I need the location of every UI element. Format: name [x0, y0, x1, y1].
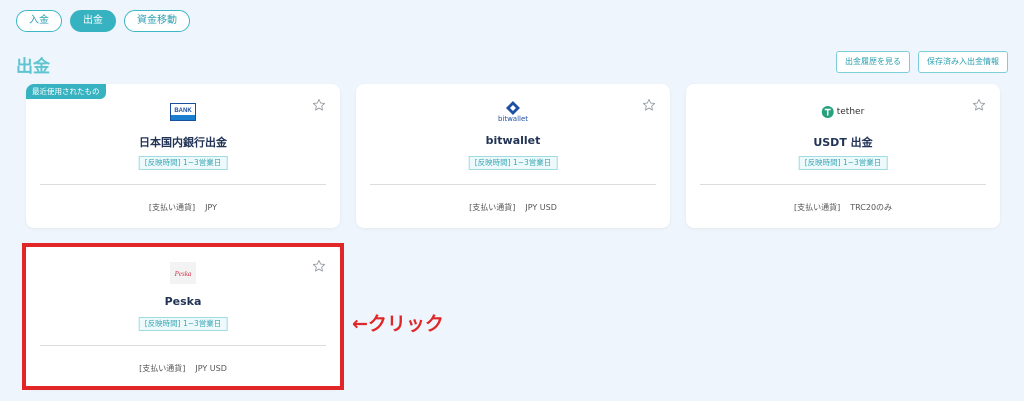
currency-label: [支払い通貨]	[148, 203, 196, 212]
tab-deposit[interactable]: 入金	[16, 10, 62, 32]
svg-text:BANK: BANK	[174, 108, 192, 114]
card-title: USDT 出金	[813, 136, 873, 149]
svg-text:Peska: Peska	[174, 270, 192, 278]
bank-icon: BANK	[170, 100, 196, 124]
currency-value: JPY	[205, 203, 218, 212]
currency-label: [支払い通貨]	[139, 364, 186, 373]
card-title: Peska	[164, 295, 202, 308]
divider	[40, 184, 326, 185]
favorite-star-icon[interactable]	[972, 98, 986, 112]
currency-label: [支払い通貨]	[469, 203, 516, 212]
peska-icon: Peska	[170, 261, 196, 285]
currency-label: [支払い通貨]	[793, 203, 841, 212]
processing-time-badge: [反映時間] 1~3営業日	[798, 156, 888, 170]
bitwallet-icon: bitwallet	[498, 100, 528, 124]
currency-value: TRC20のみ	[850, 203, 893, 212]
header-actions: 出金履歴を見る 保存済み入出金情報	[836, 51, 1008, 73]
tab-withdraw[interactable]: 出金	[70, 10, 116, 32]
divider	[40, 345, 326, 346]
withdraw-history-button[interactable]: 出金履歴を見る	[836, 51, 910, 73]
payment-currency: [支払い通貨] JPY USD	[356, 202, 670, 213]
divider	[700, 184, 986, 185]
withdraw-method-card-bank[interactable]: 最近使用されたもの BANK 日本国内銀行出金 [反映時間] 1~3営業日 [支…	[26, 84, 340, 228]
tether-icon: tether	[821, 100, 865, 124]
withdraw-method-card-bitwallet[interactable]: bitwallet bitwallet [反映時間] 1~3営業日 [支払い通貨…	[356, 84, 670, 228]
processing-time-badge: [反映時間] 1~3営業日	[468, 156, 558, 170]
payment-currency: [支払い通貨] TRC20のみ	[686, 202, 1000, 213]
favorite-star-icon[interactable]	[312, 98, 326, 112]
tab-fund-transfer[interactable]: 資金移動	[124, 10, 190, 32]
page-title: 出金	[16, 57, 50, 77]
currency-value: JPY USD	[195, 364, 227, 373]
processing-time-badge: [反映時間] 1~3営業日	[138, 317, 228, 331]
recent-badge: 最近使用されたもの	[26, 84, 106, 99]
favorite-star-icon[interactable]	[642, 98, 656, 112]
card-title: 日本国内銀行出金	[139, 136, 227, 149]
withdraw-method-card-peska[interactable]: Peska Peska [反映時間] 1~3営業日 [支払い通貨] JPY USD	[26, 245, 340, 389]
saved-info-button[interactable]: 保存済み入出金情報	[918, 51, 1008, 73]
click-annotation: ←クリック	[352, 313, 444, 335]
bitwallet-logo-text: bitwallet	[497, 115, 529, 123]
card-title: bitwallet	[485, 134, 541, 147]
tether-logo-text: tether	[836, 107, 865, 117]
divider	[370, 184, 656, 185]
payment-currency: [支払い通貨] JPY USD	[26, 363, 340, 374]
favorite-star-icon[interactable]	[312, 259, 326, 273]
withdraw-method-card-usdt[interactable]: tether USDT 出金 [反映時間] 1~3営業日 [支払い通貨] TRC2…	[686, 84, 1000, 228]
payment-currency: [支払い通貨] JPY	[26, 202, 340, 213]
tab-bar: 入金 出金 資金移動	[16, 10, 190, 32]
currency-value: JPY USD	[525, 203, 557, 212]
processing-time-badge: [反映時間] 1~3営業日	[138, 156, 228, 170]
